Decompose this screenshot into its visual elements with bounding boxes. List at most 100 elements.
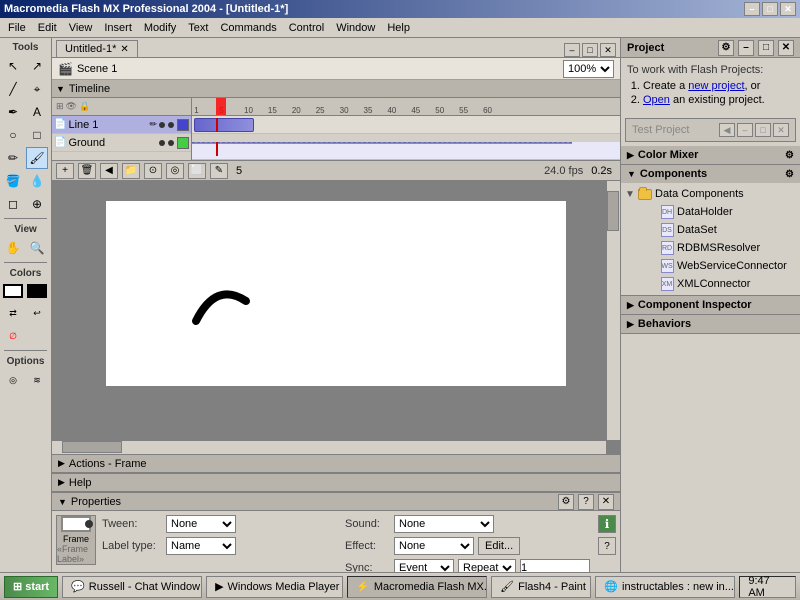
tl-onion-skin[interactable]: ◎ [166, 163, 184, 179]
edit-button[interactable]: Edit... [478, 537, 520, 555]
swap-colors[interactable]: ⇄ [2, 302, 24, 324]
doc-close-btn[interactable]: ✕ [600, 43, 616, 57]
test-proj-btn4[interactable]: ✕ [773, 123, 789, 137]
text-tool[interactable]: A [26, 101, 48, 123]
components-options[interactable]: ⚙ [785, 169, 794, 180]
properties-panel-header[interactable]: ▼ Properties ⚙ ? ✕ [52, 493, 620, 511]
maximize-button[interactable]: □ [762, 2, 778, 16]
zoom-tool[interactable]: 🔍 [26, 237, 48, 259]
none-color[interactable]: ∅ [2, 325, 24, 347]
pen-tool[interactable]: ✒ [2, 101, 24, 123]
color-mixer-options[interactable]: ⚙ [785, 150, 794, 161]
test-proj-btn2[interactable]: – [737, 123, 753, 137]
project-btn-1[interactable]: ⚙ [718, 40, 734, 56]
eraser-tool[interactable]: ◻ [2, 193, 24, 215]
actions-panel-header[interactable]: ▶ Actions - Frame [52, 455, 620, 473]
help-panel-header[interactable]: ▶ Help [52, 474, 620, 492]
menu-window[interactable]: Window [330, 20, 381, 36]
rect-tool[interactable]: □ [26, 124, 48, 146]
label-type-select[interactable]: Name Comment Anchor [166, 537, 236, 555]
timeline-header[interactable]: ▼ Timeline [52, 80, 620, 98]
menu-edit[interactable]: Edit [32, 20, 63, 36]
menu-file[interactable]: File [2, 20, 32, 36]
menu-commands[interactable]: Commands [214, 20, 282, 36]
brush-tool[interactable]: 🖌 [26, 147, 48, 169]
extra-tool[interactable]: ⊕ [26, 193, 48, 215]
close-button[interactable]: ✕ [780, 2, 796, 16]
project-btn-4[interactable]: ✕ [778, 40, 794, 56]
lasso-tool[interactable]: ⌖ [26, 78, 48, 100]
comp-rdbms[interactable]: RD RDBMSResolver [623, 239, 798, 257]
fill-color[interactable] [27, 284, 47, 298]
comp-dataset[interactable]: DS DataSet [623, 221, 798, 239]
menu-view[interactable]: View [63, 20, 99, 36]
hand-tool[interactable]: ✋ [2, 237, 24, 259]
menu-modify[interactable]: Modify [138, 20, 182, 36]
effect-select[interactable]: None [394, 537, 474, 555]
color-mixer-header[interactable]: ▶ Color Mixer ⚙ [621, 146, 800, 164]
comp-folder-data[interactable]: ▼ Data Components [623, 185, 798, 203]
stage-scrollbar-h[interactable] [52, 440, 606, 454]
arrow-tool[interactable]: ↖ [2, 55, 24, 77]
oval-tool[interactable]: ○ [2, 124, 24, 146]
menu-help[interactable]: Help [381, 20, 416, 36]
option2[interactable]: ≋ [26, 369, 48, 391]
menu-text[interactable]: Text [182, 20, 214, 36]
open-project-link[interactable]: Open [643, 94, 670, 106]
stroke-color[interactable] [3, 284, 23, 298]
line-tool[interactable]: ╱ [2, 78, 24, 100]
document-tab[interactable]: Untitled-1* ✕ [56, 40, 138, 57]
comp-webservice[interactable]: WS WebServiceConnector [623, 257, 798, 275]
tween-select[interactable]: None Motion Shape [166, 515, 236, 533]
sound-select[interactable]: None [394, 515, 494, 533]
layer-row-1[interactable]: 📄 Ground [52, 134, 191, 152]
default-colors[interactable]: ↩ [26, 302, 48, 324]
prop-btn-1[interactable]: ⚙ [558, 494, 574, 510]
menu-insert[interactable]: Insert [98, 20, 138, 36]
prop-side-btn2[interactable]: ? [598, 537, 616, 555]
subselect-tool[interactable]: ↗ [26, 55, 48, 77]
pencil-tool[interactable]: ✏ [2, 147, 24, 169]
test-proj-btn3[interactable]: □ [755, 123, 771, 137]
menu-control[interactable]: Control [283, 20, 330, 36]
taskbar-item-0[interactable]: 💬 Russell - Chat Window [62, 576, 202, 598]
scrollbar-v-thumb[interactable] [607, 191, 619, 231]
taskbar-item-4[interactable]: 🌐 instructables : new in... [595, 576, 735, 598]
stage[interactable] [106, 201, 566, 386]
tl-delete-layer[interactable]: 🗑 [78, 163, 96, 179]
project-btn-2[interactable]: – [738, 40, 754, 56]
doc-close-icon[interactable]: ✕ [120, 44, 128, 55]
project-btn-3[interactable]: □ [758, 40, 774, 56]
comp-xml[interactable]: XM XMLConnector [623, 275, 798, 293]
option1[interactable]: ◎ [2, 369, 24, 391]
behaviors-header[interactable]: ▶ Behaviors [621, 315, 800, 333]
taskbar-item-1[interactable]: ▶ Windows Media Player [206, 576, 343, 598]
tl-center-frame[interactable]: ⊙ [144, 163, 162, 179]
tl-edit-multiple[interactable]: ✎ [210, 163, 228, 179]
doc-minimize-btn[interactable]: – [564, 43, 580, 57]
test-proj-btn1[interactable]: ◀ [719, 123, 735, 137]
component-inspector-header[interactable]: ▶ Component Inspector [621, 296, 800, 314]
tl-add-motion[interactable]: ◀ [100, 163, 118, 179]
minimize-button[interactable]: – [744, 2, 760, 16]
layer-row-0[interactable]: 📄 Line 1 ✏ [52, 116, 191, 134]
ground-line [192, 142, 572, 144]
doc-restore-btn[interactable]: □ [582, 43, 598, 57]
tl-add-folder[interactable]: 📁 [122, 163, 140, 179]
new-project-link[interactable]: new project [688, 80, 744, 92]
scrollbar-h-thumb[interactable] [62, 441, 122, 453]
eyedropper-tool[interactable]: 💧 [26, 170, 48, 192]
tl-onion-outline[interactable]: ⬜ [188, 163, 206, 179]
prop-btn-2[interactable]: ? [578, 494, 594, 510]
prop-btn-3[interactable]: ✕ [598, 494, 614, 510]
zoom-select[interactable]: 100% 50% 200% [563, 60, 614, 78]
prop-green-btn[interactable]: ℹ [598, 515, 616, 533]
tl-add-layer[interactable]: + [56, 163, 74, 179]
comp-dataholder[interactable]: DH DataHolder [623, 203, 798, 221]
taskbar-item-2[interactable]: ⚡ Macromedia Flash MX... [347, 576, 487, 598]
components-header[interactable]: ▼ Components ⚙ [621, 165, 800, 183]
stage-scrollbar-v[interactable] [606, 181, 620, 440]
taskbar-item-3[interactable]: 🖌 Flash4 - Paint [491, 576, 591, 598]
fill-tool[interactable]: 🪣 [2, 170, 24, 192]
start-button[interactable]: ⊞ start [4, 576, 58, 598]
